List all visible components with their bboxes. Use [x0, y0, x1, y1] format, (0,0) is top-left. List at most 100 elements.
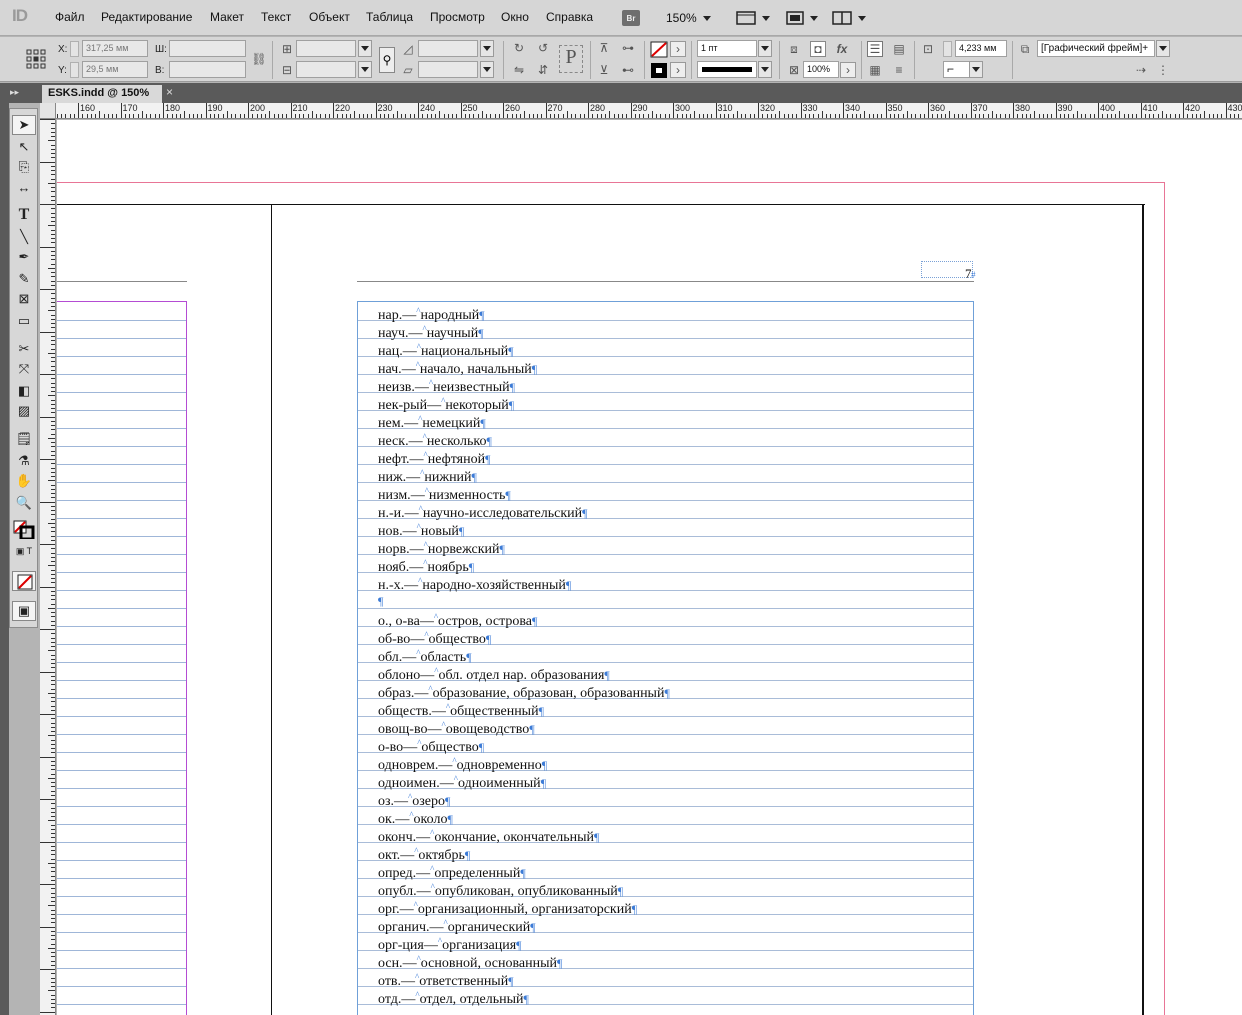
y-stepper[interactable]	[70, 62, 79, 78]
stroke-swatch-icon[interactable]	[650, 62, 668, 79]
list-item[interactable]: о., о-ва—^остров, острова¶	[378, 612, 537, 630]
free-transform-tool-icon[interactable]: ⤧	[12, 359, 36, 379]
list-item[interactable]: окт.—^октябрь¶	[378, 846, 470, 864]
constrain-proportions-icon[interactable]: ⛓	[251, 51, 267, 67]
dimension-stepper[interactable]	[943, 41, 952, 57]
list-item[interactable]: оконч.—^окончание, окончательный¶	[378, 828, 599, 846]
list-item[interactable]: неск.—^несколько¶	[378, 432, 492, 450]
direct-selection-tool-icon[interactable]: ↖	[12, 137, 36, 157]
stroke-menu-arrow-icon[interactable]: ›	[670, 62, 686, 78]
pencil-tool-icon[interactable]: ✎	[12, 269, 36, 289]
rotation-field[interactable]	[418, 40, 478, 57]
left-page-text-frame[interactable]	[57, 301, 187, 1015]
list-item[interactable]: ниж.—^нижний¶	[378, 468, 477, 486]
list-item[interactable]: о-во—^общество¶	[378, 738, 484, 756]
opacity-menu-arrow-icon[interactable]: ›	[840, 62, 856, 78]
text-wrap-shape-icon[interactable]: ▦	[867, 62, 883, 78]
list-item[interactable]: облоно—^обл. отдел нар. образования¶	[378, 666, 610, 684]
line-tool-icon[interactable]: ╲	[12, 227, 36, 247]
height-field[interactable]	[169, 61, 246, 78]
view-options-button[interactable]	[736, 8, 770, 28]
page-tool-icon[interactable]: ⎘	[12, 157, 36, 177]
type-tool-icon[interactable]: T	[12, 205, 36, 225]
rectangle-frame-tool-icon[interactable]: ⊠	[12, 289, 36, 309]
bridge-button[interactable]: Br	[622, 8, 640, 28]
width-field[interactable]	[169, 40, 246, 57]
panel-menu-icon[interactable]: ⋮	[1155, 62, 1171, 78]
close-icon[interactable]: ×	[166, 86, 178, 98]
list-item[interactable]: осн.—^основной, основанный¶	[378, 954, 562, 972]
list-item[interactable]: ¶	[378, 594, 383, 610]
object-style-dropdown[interactable]	[1156, 40, 1170, 57]
gradient-swatch-tool-icon[interactable]: ◧	[12, 381, 36, 401]
arrange-documents-button[interactable]	[832, 8, 866, 28]
main-text-frame[interactable]: нар.—^народный¶ науч.—^научный¶ нац.—^наци…	[357, 301, 974, 1015]
selection-tool-icon[interactable]: ➤	[12, 115, 36, 135]
select-next-icon[interactable]: ⊶	[620, 40, 636, 56]
document-canvas[interactable]: 7 # нар.—^народный¶ науч.—^научный¶ нац.—^…	[57, 120, 1242, 1015]
menu-window[interactable]: Окно	[501, 10, 529, 24]
list-item[interactable]: ок.—^около¶	[378, 810, 453, 828]
list-item[interactable]: нем.—^немецкий¶	[378, 414, 486, 432]
shear-dropdown[interactable]	[480, 61, 494, 78]
scale-y-field[interactable]	[296, 61, 356, 78]
zoom-select[interactable]: 150%	[666, 8, 711, 28]
shear-field[interactable]	[418, 61, 478, 78]
scale-x-field[interactable]	[296, 40, 356, 57]
list-item[interactable]: науч.—^научный¶	[378, 324, 484, 342]
hand-tool-icon[interactable]: ✋	[12, 471, 36, 491]
select-container-icon[interactable]: ⊼	[596, 40, 612, 56]
zoom-tool-icon[interactable]: 🔍	[12, 493, 36, 513]
text-wrap-box-icon[interactable]: ▤	[891, 41, 907, 57]
list-item[interactable]: нек-рый—^некоторый¶	[378, 396, 514, 414]
fill-menu-arrow-icon[interactable]: ›	[670, 41, 686, 57]
fill-stroke-swatch-icon[interactable]	[12, 519, 36, 539]
pen-tool-icon[interactable]: ✒	[12, 247, 36, 267]
reference-point-icon[interactable]	[26, 49, 46, 69]
flip-vertical-icon[interactable]: ⇵	[535, 62, 551, 78]
list-item[interactable]: нар.—^народный¶	[378, 306, 485, 324]
scissors-tool-icon[interactable]: ✂	[12, 339, 36, 359]
stroke-type-dropdown[interactable]	[758, 61, 772, 78]
menu-table[interactable]: Таблица	[366, 10, 413, 24]
clear-overrides-icon[interactable]: ⇢	[1133, 62, 1149, 78]
text-wrap-none-icon[interactable]: ☰	[867, 41, 883, 57]
list-item[interactable]: образ.—^образование, образован, образова…	[378, 684, 670, 702]
list-item[interactable]: орг-ция—^организация¶	[378, 936, 522, 954]
list-item[interactable]: отв.—^ответственный¶	[378, 972, 514, 990]
dimension-field[interactable]: 4,233 мм	[955, 40, 1007, 57]
ruler-origin[interactable]	[40, 103, 56, 119]
menu-help[interactable]: Справка	[546, 10, 593, 24]
select-previous-icon[interactable]: ⊷	[620, 62, 636, 78]
formatting-affects-icon[interactable]: ▣ T	[12, 541, 36, 561]
list-item[interactable]: нов.—^новый¶	[378, 522, 464, 540]
corner-shape-dropdown[interactable]	[969, 61, 983, 78]
effects-fx-icon[interactable]: fx	[834, 41, 850, 57]
text-wrap-jump-icon[interactable]: ≡	[891, 62, 907, 78]
screen-mode-button[interactable]	[786, 8, 818, 28]
rotate-cw-icon[interactable]: ↻	[511, 40, 527, 56]
menu-file[interactable]: Файл	[55, 10, 85, 24]
corner-shape-field[interactable]: ⌐	[943, 61, 971, 78]
rotation-dropdown[interactable]	[480, 40, 494, 57]
scale-y-dropdown[interactable]	[358, 61, 372, 78]
list-item[interactable]: неизв.—^неизвестный¶	[378, 378, 515, 396]
drop-shadow-icon[interactable]: ◘	[810, 41, 826, 57]
apply-none-icon[interactable]	[12, 571, 36, 591]
collapse-icon[interactable]: ▸▸	[10, 87, 19, 98]
menu-view[interactable]: Просмотр	[430, 10, 485, 24]
list-item[interactable]: обществ.—^общественный¶	[378, 702, 544, 720]
y-field[interactable]: 29,5 мм	[82, 61, 148, 78]
list-item[interactable]: обл.—^область¶	[378, 648, 472, 666]
list-item[interactable]: опубл.—^опубликован, опубликованный¶	[378, 882, 623, 900]
list-item[interactable]: об-во—^общество¶	[378, 630, 491, 648]
list-item[interactable]: нефт.—^нефтяной¶	[378, 450, 491, 468]
list-item[interactable]: н.-и.—^научно-исследовательский¶	[378, 504, 588, 522]
list-item[interactable]: оз.—^озеро¶	[378, 792, 450, 810]
horizontal-ruler[interactable]: 160 170 180 190 200 210 220 230 240 250 260 270 280 2…	[56, 103, 1242, 119]
menu-edit[interactable]: Редактирование	[101, 10, 192, 24]
flip-horizontal-icon[interactable]: ⇋	[511, 62, 527, 78]
fitting-icon[interactable]: ⧈	[786, 41, 802, 57]
menu-type[interactable]: Текст	[261, 10, 291, 24]
list-item[interactable]: нац.—^национальный¶	[378, 342, 514, 360]
